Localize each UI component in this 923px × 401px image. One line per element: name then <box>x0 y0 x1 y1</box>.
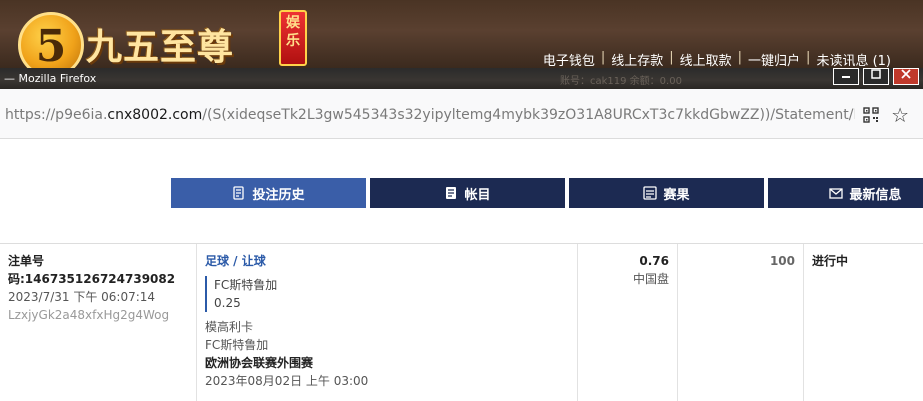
window-controls <box>833 68 919 85</box>
top-nav-links: 电子钱包 | 线上存款 | 线上取款 | 一键归户 | 未读讯息 (1) <box>543 50 891 68</box>
maximize-button[interactable] <box>863 68 889 85</box>
event-time: 2023年08月02日 上午 03:00 <box>205 374 369 388</box>
link-separator: | <box>806 50 811 65</box>
close-icon <box>901 69 911 79</box>
tab-ledger[interactable]: 帐目 <box>370 178 565 208</box>
brand-tag-text: 娱乐 <box>286 15 300 49</box>
close-button[interactable] <box>893 68 919 85</box>
tab-label: 投注历史 <box>252 187 305 203</box>
link-separator: | <box>600 50 606 65</box>
tab-label: 最新信息 <box>849 187 902 203</box>
link-consolidate[interactable]: 一键归户 <box>748 50 800 68</box>
maximize-icon <box>871 69 881 79</box>
address-bar[interactable]: https://p9e6ia.cnx8002.com/(S(xideqseTk2… <box>0 89 923 139</box>
bet-history-icon <box>233 186 245 200</box>
url-prefix: https://p9e6ia. <box>5 107 108 123</box>
league-name: 欧洲协会联赛外围赛 <box>205 356 314 370</box>
status-badge: 进行中 <box>812 254 849 268</box>
link-unread-messages[interactable]: 未读讯息 (1) <box>816 50 891 68</box>
ticket-number: 注单号码:146735126724739082 <box>8 254 176 286</box>
mail-icon <box>829 188 844 199</box>
minimize-button[interactable] <box>833 68 859 85</box>
window-title: — Mozilla Firefox <box>4 72 97 85</box>
url-text[interactable]: https://p9e6ia.cnx8002.com/(S(xideqseTk2… <box>5 107 855 123</box>
sport-type: 足球 / 让球 <box>205 254 266 268</box>
window-titlebar: — Mozilla Firefox 账号：cak119 余额：0.00 <box>0 68 923 89</box>
statement-tabs: 投注历史 帐目 赛果 最新信息 <box>171 178 923 208</box>
status-cell: 进行中 <box>804 244 923 401</box>
url-host: cnx8002.com <box>107 107 203 123</box>
background-account-text: 账号：cak119 余额：0.00 <box>560 76 682 87</box>
link-withdraw[interactable]: 线上取款 <box>680 50 732 68</box>
home-team: 模高利卡 <box>205 320 254 334</box>
odds-value: 0.76 <box>639 254 669 268</box>
logo-numeral: 5 <box>35 21 67 68</box>
brand-logo: 5 <box>18 12 84 68</box>
brand-tag: 娱乐 <box>279 10 307 66</box>
ticket-cell: 注单号码:146735126724739082 2023/7/31 下午 06:… <box>0 244 197 401</box>
tab-latest-news[interactable]: 最新信息 <box>768 178 923 208</box>
url-path: /(S(xideqseTk2L3gw545343s32yipyltemg4myb… <box>202 107 855 123</box>
stake-value: 100 <box>769 254 795 268</box>
odds-cell: 0.76 中国盘 <box>578 244 678 401</box>
link-separator: | <box>737 50 743 65</box>
bookmark-star-icon[interactable]: ☆ <box>891 103 909 127</box>
selection-box: FC斯特鲁加 0.25 <box>205 276 569 312</box>
link-e-wallet[interactable]: 电子钱包 <box>543 50 595 68</box>
ledger-icon <box>446 187 457 199</box>
qr-code-icon[interactable] <box>863 107 879 123</box>
selection-cell: 足球 / 让球 FC斯特鲁加 0.25 模高利卡 FC斯特鲁加 欧洲协会联赛外围… <box>197 244 578 401</box>
tab-bet-history[interactable]: 投注历史 <box>171 178 366 208</box>
table-row: 注单号码:146735126724739082 2023/7/31 下午 06:… <box>0 243 923 401</box>
tab-label: 赛果 <box>663 187 690 203</box>
handicap-value: 0.25 <box>214 296 241 310</box>
away-team: FC斯特鲁加 <box>205 338 269 352</box>
tab-results[interactable]: 赛果 <box>569 178 764 208</box>
link-deposit[interactable]: 线上存款 <box>611 50 663 68</box>
odds-type: 中国盘 <box>632 272 669 286</box>
stake-cell: 100 <box>678 244 804 401</box>
bet-datetime: 2023/7/31 下午 06:07:14 <box>8 290 156 304</box>
results-icon <box>643 186 658 200</box>
link-separator: | <box>669 50 674 65</box>
brand-name: 九五至尊 <box>86 26 235 68</box>
minimize-icon <box>842 76 850 78</box>
site-banner: 5 九五至尊 娱乐 电子钱包 | 线上存款 | 线上取款 | 一键归户 | 未读… <box>0 0 923 68</box>
tab-label: 帐目 <box>464 187 491 203</box>
bet-token: LzxjyGk2a48xfxHg2g4Wog <box>8 308 170 322</box>
selection-team: FC斯特鲁加 <box>214 278 278 292</box>
